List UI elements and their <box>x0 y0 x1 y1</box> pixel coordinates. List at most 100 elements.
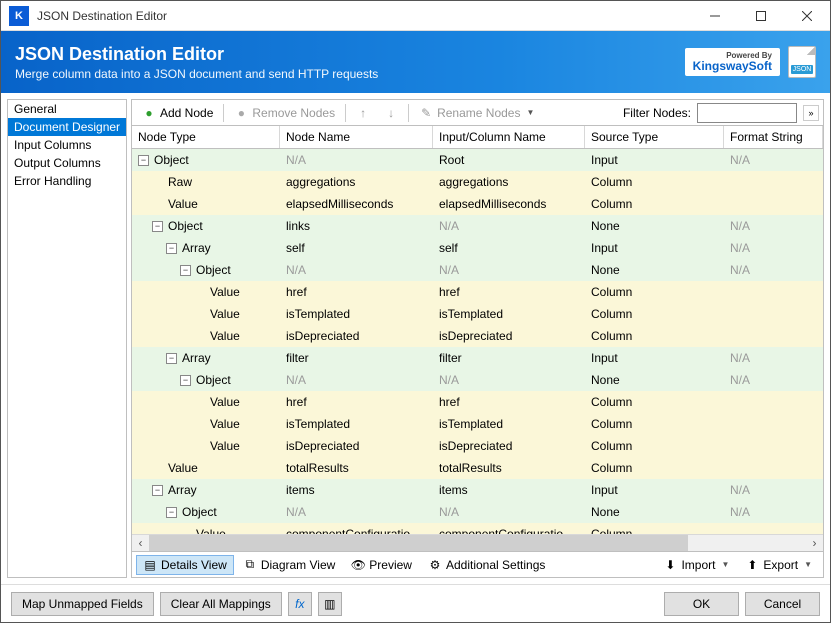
cancel-label: Cancel <box>764 597 801 611</box>
col-input-column[interactable]: Input/Column Name <box>433 126 585 148</box>
scroll-right-icon[interactable]: › <box>806 535 823 552</box>
export-button[interactable]: ⬆Export▼ <box>738 555 819 575</box>
tab-diagram-label: Diagram View <box>261 558 335 572</box>
cell: Column <box>585 439 724 453</box>
filter-input[interactable] <box>697 103 797 123</box>
collapse-icon[interactable]: − <box>138 155 149 166</box>
table-row[interactable]: RawaggregationsaggregationsColumn <box>132 171 823 193</box>
collapse-icon[interactable]: − <box>152 221 163 232</box>
minimize-button[interactable] <box>692 1 738 31</box>
clear-mappings-button[interactable]: Clear All Mappings <box>160 592 282 616</box>
import-label: Import <box>681 558 715 572</box>
cell: href <box>280 395 433 409</box>
table-row[interactable]: ValueisDepreciatedisDepreciatedColumn <box>132 325 823 347</box>
collapse-icon[interactable]: − <box>180 375 191 386</box>
cell: filter <box>433 351 585 365</box>
table-row[interactable]: −ObjectlinksN/ANoneN/A <box>132 215 823 237</box>
scroll-thumb[interactable] <box>149 535 688 551</box>
banner: JSON Destination Editor Merge column dat… <box>1 31 830 93</box>
col-node-type[interactable]: Node Type <box>132 126 280 148</box>
cell: elapsedMilliseconds <box>280 197 433 211</box>
cell: isTemplated <box>280 417 433 431</box>
add-node-button[interactable]: ●Add Node <box>136 104 219 122</box>
collapse-icon[interactable]: − <box>180 265 191 276</box>
collapse-icon[interactable]: − <box>166 507 177 518</box>
tab-diagram-view[interactable]: ⧉Diagram View <box>236 555 342 575</box>
table-row[interactable]: ValuecomponentConfigurationGro...compone… <box>132 523 823 534</box>
table-row[interactable]: −ObjectN/AN/ANoneN/A <box>132 369 823 391</box>
table-row[interactable]: −ObjectN/AN/ANoneN/A <box>132 259 823 281</box>
cell: Column <box>585 285 724 299</box>
sidebar-item-input-columns[interactable]: Input Columns <box>8 136 126 154</box>
maximize-button[interactable] <box>738 1 784 31</box>
cancel-button[interactable]: Cancel <box>745 592 820 616</box>
collapse-icon[interactable]: − <box>166 353 177 364</box>
sidebar-item-error-handling[interactable]: Error Handling <box>8 172 126 190</box>
cell: N/A <box>724 351 823 365</box>
collapse-icon[interactable]: − <box>152 485 163 496</box>
export-icon: ⬆ <box>745 558 759 572</box>
sidebar-item-output-columns[interactable]: Output Columns <box>8 154 126 172</box>
col-source-type[interactable]: Source Type <box>585 126 724 148</box>
table-row[interactable]: ValuehrefhrefColumn <box>132 281 823 303</box>
move-down-button[interactable]: ↓ <box>378 104 404 122</box>
import-button[interactable]: ⬇Import▼ <box>656 555 736 575</box>
tab-details-label: Details View <box>161 558 227 572</box>
cell: isDepreciated <box>280 329 433 343</box>
rename-icon: ✎ <box>419 106 433 120</box>
table-row[interactable]: ValuehrefhrefColumn <box>132 391 823 413</box>
cell: N/A <box>433 219 585 233</box>
table-row[interactable]: ValuetotalResultstotalResultsColumn <box>132 457 823 479</box>
map-unmapped-button[interactable]: Map Unmapped Fields <box>11 592 154 616</box>
rename-nodes-button[interactable]: ✎Rename Nodes▼ <box>413 104 540 122</box>
table-row[interactable]: −ArrayfilterfilterInputN/A <box>132 347 823 369</box>
mapping-icon-button[interactable]: ▥ <box>318 592 342 616</box>
cell: Input <box>585 153 724 167</box>
tab-details-view[interactable]: ▤Details View <box>136 555 234 575</box>
tab-preview[interactable]: 👁Preview <box>344 555 419 575</box>
remove-nodes-button[interactable]: ●Remove Nodes <box>228 104 341 122</box>
app-icon: K <box>9 6 29 26</box>
table-row[interactable]: −ArrayitemsitemsInputN/A <box>132 479 823 501</box>
close-button[interactable] <box>784 1 830 31</box>
table-row[interactable]: −ArrayselfselfInputN/A <box>132 237 823 259</box>
cell: N/A <box>724 263 823 277</box>
cell: self <box>280 241 433 255</box>
export-label: Export <box>763 558 798 572</box>
move-up-button[interactable]: ↑ <box>350 104 376 122</box>
toolbar: ●Add Node ●Remove Nodes ↑ ↓ ✎Rename Node… <box>132 100 823 126</box>
horizontal-scrollbar[interactable]: ‹ › <box>132 534 823 551</box>
sidebar-item-general[interactable]: General <box>8 100 126 118</box>
tab-additional-settings[interactable]: ⚙Additional Settings <box>421 555 552 575</box>
fx-button[interactable]: fx <box>288 592 312 616</box>
filter-label: Filter Nodes: <box>623 106 691 120</box>
cell: None <box>585 373 724 387</box>
cell: componentConfigurationGro... <box>433 527 585 534</box>
grid-header: Node Type Node Name Input/Column Name So… <box>132 126 823 149</box>
cell: N/A <box>724 505 823 519</box>
table-row[interactable]: ValueelapsedMillisecondselapsedMilliseco… <box>132 193 823 215</box>
table-row[interactable]: −ObjectN/AN/ANoneN/A <box>132 501 823 523</box>
cell: links <box>280 219 433 233</box>
cell: isTemplated <box>433 417 585 431</box>
col-node-name[interactable]: Node Name <box>280 126 433 148</box>
col-format-string[interactable]: Format String <box>724 126 823 148</box>
brand-logo: Powered By KingswaySoft <box>685 48 780 76</box>
expand-button[interactable]: » <box>803 105 819 121</box>
node-type-label: Value <box>208 395 240 409</box>
table-row[interactable]: −ObjectN/ARootInputN/A <box>132 149 823 171</box>
brand-name: KingswaySoft <box>693 60 772 72</box>
minus-icon: ● <box>234 106 248 120</box>
table-row[interactable]: ValueisTemplatedisTemplatedColumn <box>132 303 823 325</box>
ok-button[interactable]: OK <box>664 592 739 616</box>
collapse-icon[interactable]: − <box>166 243 177 254</box>
sidebar-item-document-designer[interactable]: Document Designer <box>8 118 126 136</box>
cell: None <box>585 505 724 519</box>
json-badge: JSON <box>791 65 814 74</box>
chevron-down-icon: ▼ <box>721 560 729 569</box>
scroll-left-icon[interactable]: ‹ <box>132 535 149 552</box>
node-type-label: Array <box>180 351 211 365</box>
cell: N/A <box>433 263 585 277</box>
table-row[interactable]: ValueisTemplatedisTemplatedColumn <box>132 413 823 435</box>
table-row[interactable]: ValueisDepreciatedisDepreciatedColumn <box>132 435 823 457</box>
